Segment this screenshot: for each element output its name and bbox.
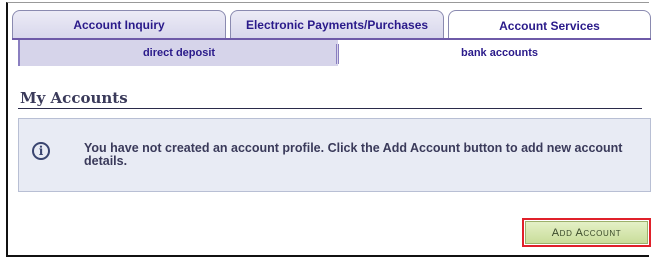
info-message-text: You have not created an account profile.… — [84, 141, 623, 168]
add-account-label: Add Account — [551, 226, 622, 239]
main-tabs: Account Inquiry Electronic Payments/Purc… — [12, 10, 651, 40]
info-circle-icon: i — [32, 142, 50, 160]
tab-electronic-payments[interactable]: Electronic Payments/Purchases — [230, 10, 444, 38]
tab-account-services[interactable]: Account Services — [448, 10, 651, 40]
subtab-bank-accounts[interactable]: bank accounts — [348, 40, 651, 66]
title-divider — [18, 108, 642, 109]
subtab-direct-deposit[interactable]: direct deposit — [18, 40, 338, 66]
add-account-button[interactable]: Add Account — [525, 221, 648, 244]
add-account-highlight: Add Account — [522, 218, 651, 247]
subtab-separator — [336, 44, 339, 64]
sub-tabs: direct deposit bank accounts — [18, 40, 651, 66]
info-message-box: i You have not created an account profil… — [18, 118, 651, 192]
page-title: My Accounts — [20, 89, 128, 107]
tab-account-inquiry[interactable]: Account Inquiry — [12, 10, 226, 38]
